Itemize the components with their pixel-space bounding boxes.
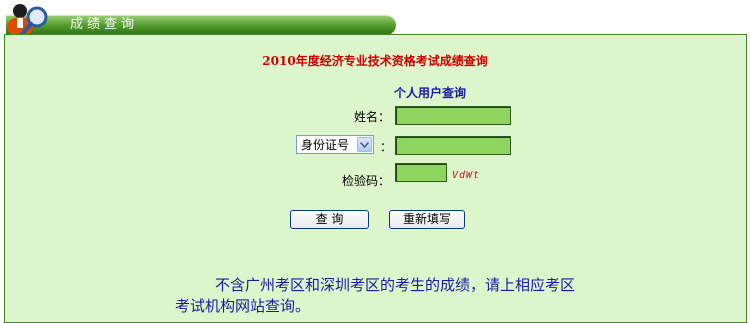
captcha-image: VdWt [452,170,481,181]
id-type-select[interactable]: 身份证号 [296,135,374,154]
reset-button[interactable]: 重新填写 [389,210,465,229]
captcha-input[interactable] [395,163,447,182]
chevron-down-icon[interactable] [357,137,372,152]
header-title: 成绩查询 [70,17,139,32]
id-number-input[interactable] [395,136,511,155]
name-input[interactable] [395,106,511,125]
id-colon: ： [380,140,393,154]
header-tab [6,15,396,35]
notice-text: 不含广州考区和深圳考区的考生的成绩，请上相应考区考试机构网站查询。 [175,276,576,315]
name-label: 姓名： [353,110,390,124]
section-title: 个人用户查询 [394,86,467,100]
id-type-selected: 身份证号 [301,138,350,152]
page-title: 2010年度经济专业技术资格考试成绩查询 [262,54,488,68]
query-button[interactable]: 查 询 [290,210,369,229]
captcha-label: 检验码： [341,174,390,188]
